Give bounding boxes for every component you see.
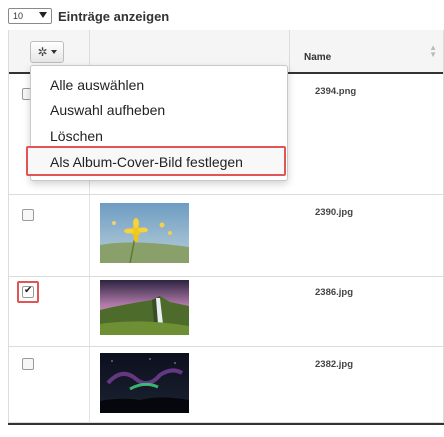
bulk-actions-button[interactable]: ✲ bbox=[30, 41, 64, 63]
column-divider bbox=[89, 277, 90, 346]
menu-item-set-album-cover[interactable]: Als Album-Cover-Bild festlegen bbox=[50, 154, 243, 170]
caret-down-icon bbox=[50, 50, 57, 54]
column-divider bbox=[289, 30, 290, 72]
file-name: 2386.jpg bbox=[315, 287, 354, 298]
sort-icon[interactable]: ▲ ▼ bbox=[429, 44, 437, 59]
table-row: 2390.jpg bbox=[9, 195, 443, 277]
entries-label: Einträge anzeigen bbox=[58, 8, 170, 24]
column-header-name[interactable]: Name bbox=[304, 52, 331, 63]
menu-item-delete[interactable]: Löschen bbox=[50, 128, 103, 144]
row-checkbox[interactable] bbox=[22, 209, 34, 221]
menu-item-select-all[interactable]: Alle auswählen bbox=[50, 77, 144, 93]
menu-item-deselect[interactable]: Auswahl aufheben bbox=[50, 102, 165, 118]
image-thumbnail[interactable] bbox=[100, 203, 189, 263]
file-name: 2394.png bbox=[315, 86, 357, 97]
entries-per-page-select[interactable]: 10 bbox=[8, 8, 52, 24]
table-row: 2386.jpg bbox=[9, 277, 443, 347]
table-footer-border bbox=[8, 423, 444, 425]
image-thumbnail[interactable] bbox=[100, 353, 189, 413]
table-row: 2382.jpg bbox=[9, 347, 443, 423]
file-name: 2382.jpg bbox=[315, 359, 354, 370]
entries-per-page-value: 10 bbox=[13, 11, 24, 21]
row-checkbox[interactable] bbox=[22, 358, 34, 370]
row-checkbox[interactable] bbox=[22, 285, 34, 298]
image-thumbnail[interactable] bbox=[100, 280, 189, 335]
length-control: 10 Einträge anzeigen bbox=[8, 6, 169, 26]
chevron-down-icon bbox=[39, 12, 47, 18]
file-name: 2390.jpg bbox=[315, 207, 354, 218]
column-divider bbox=[89, 195, 90, 276]
column-divider bbox=[89, 347, 90, 422]
bulk-actions-menu: Alle auswählen Auswahl aufheben Löschen … bbox=[26, 65, 288, 181]
gear-icon: ✲ bbox=[37, 45, 48, 59]
